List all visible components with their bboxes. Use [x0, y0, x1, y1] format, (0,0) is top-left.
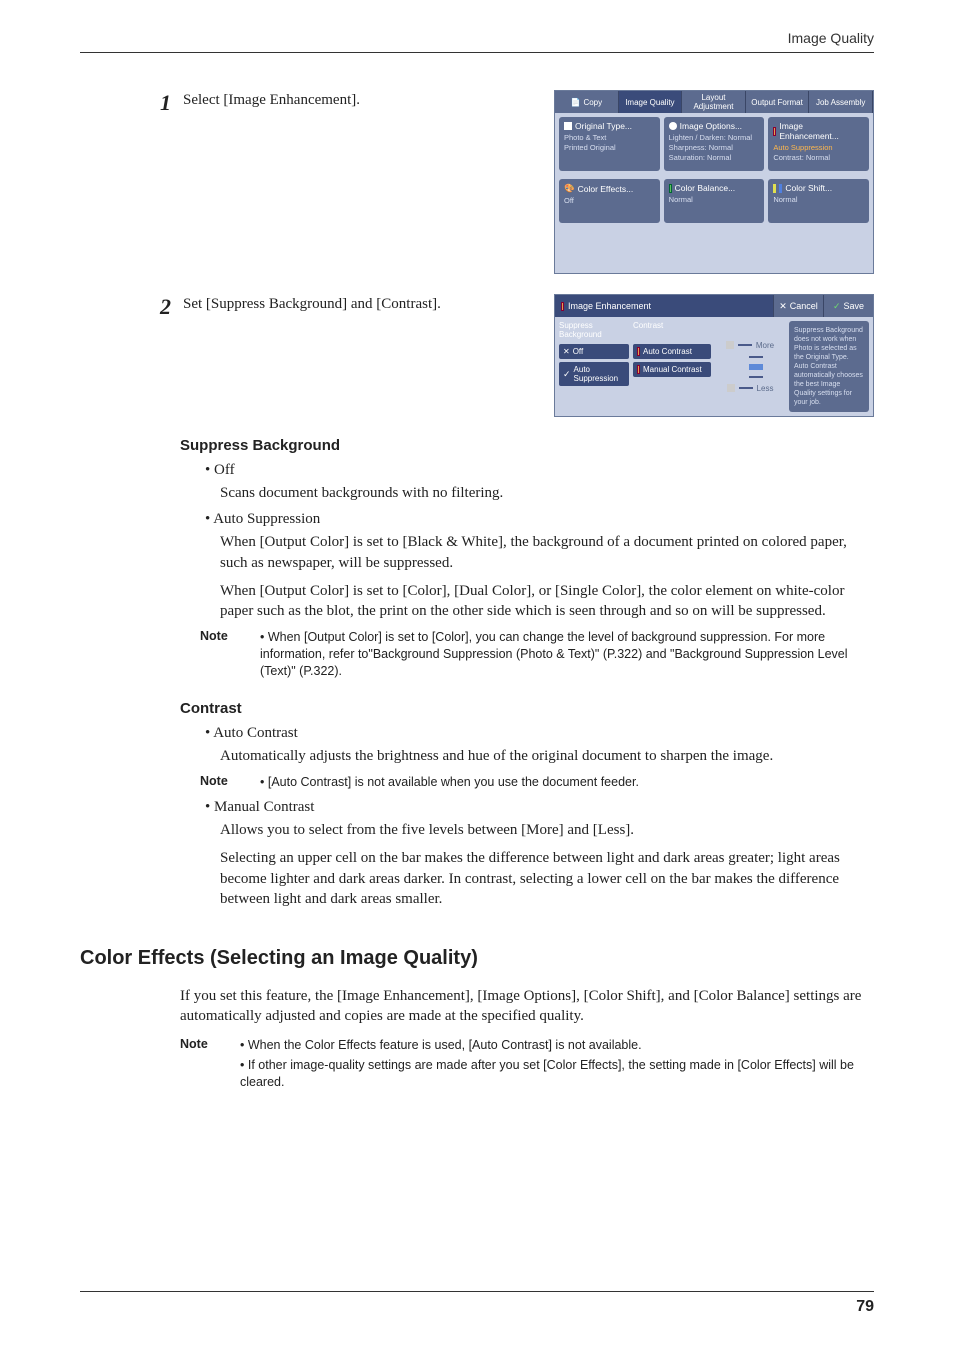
note-label: Note [200, 774, 240, 791]
para-manual-2: Selecting an upper cell on the bar makes… [220, 848, 870, 909]
document-icon [564, 122, 572, 130]
para-manual-1: Allows you to select from the five level… [220, 820, 870, 840]
para-color-effects: If you set this feature, the [Image Enha… [180, 986, 874, 1027]
save-button[interactable]: Save [823, 295, 873, 317]
tab-image-quality[interactable]: Image Quality [619, 91, 683, 113]
slider-thumb-icon [727, 384, 735, 392]
option-auto-contrast[interactable]: Auto Contrast [633, 344, 711, 359]
card-original-type[interactable]: Original Type... Photo & Text Printed Or… [559, 117, 660, 171]
card-color-shift[interactable]: Color Shift... Normal [768, 179, 869, 223]
slider-thumb-icon [726, 341, 734, 349]
card-image-options[interactable]: Image Options... Lighten / Darken: Norma… [664, 117, 765, 171]
contrast-heading: Contrast [633, 321, 711, 339]
page-header-title: Image Quality [788, 30, 874, 46]
card-image-enhancement[interactable]: Image Enhancement... Auto Suppression Co… [768, 117, 869, 171]
tab-output-format[interactable]: Output Format [746, 91, 810, 113]
tab-copy[interactable]: 📄Copy [555, 91, 619, 113]
help-panel: Suppress Background does not work when P… [789, 321, 869, 412]
bar-icon [637, 365, 640, 374]
card-color-effects[interactable]: 🎨Color Effects... Off [559, 179, 660, 223]
para-off: Scans document backgrounds with no filte… [220, 483, 870, 503]
screenshot-image-quality-tab: 📄Copy Image Quality Layout Adjustment Ou… [554, 90, 874, 274]
heading-color-effects: Color Effects (Selecting an Image Qualit… [80, 947, 874, 970]
note-2: [Auto Contrast] is not available when yo… [260, 774, 639, 791]
bullet-manual-contrast: Manual Contrast [205, 799, 874, 816]
screenshot-image-enhancement-dialog: Image Enhancement Cancel Save Suppress B… [554, 294, 874, 417]
option-auto-suppression[interactable]: Auto Suppression [559, 362, 629, 386]
bullet-off: Off [205, 462, 874, 479]
palette-icon: 🎨 [564, 183, 575, 194]
suppress-background-heading: Suppress Background [559, 321, 629, 339]
bullet-auto-contrast: Auto Contrast [205, 725, 874, 742]
heading-suppress-background: Suppress Background [180, 437, 874, 454]
option-off[interactable]: Off [559, 344, 629, 359]
footer-rule [80, 1291, 874, 1292]
dialog-title: Image Enhancement [555, 295, 773, 317]
check-icon [563, 369, 571, 380]
enhancement-icon [773, 127, 776, 136]
option-manual-contrast[interactable]: Manual Contrast [633, 362, 711, 377]
heading-contrast: Contrast [180, 700, 874, 717]
step-1-text: Select [Image Enhancement]. [183, 90, 360, 109]
bullet-auto-suppression: Auto Suppression [205, 511, 874, 528]
tab-layout-adjustment[interactable]: Layout Adjustment [682, 91, 746, 113]
x-icon [563, 347, 570, 356]
note-1: When [Output Color] is set to [Color], y… [260, 629, 874, 680]
cancel-button[interactable]: Cancel [773, 295, 823, 317]
tab-job-assembly[interactable]: Job Assembly [809, 91, 873, 113]
header-rule [80, 52, 874, 53]
para-auto-1: When [Output Color] is set to [Black & W… [220, 532, 870, 573]
step-2-number: 2 [160, 294, 171, 320]
enhancement-icon [561, 302, 564, 311]
page-number: 79 [856, 1298, 874, 1316]
note-label: Note [180, 1037, 220, 1092]
note-label: Note [200, 629, 240, 680]
note-3: When the Color Effects feature is used, … [240, 1037, 860, 1092]
para-auto-2: When [Output Color] is set to [Color], [… [220, 581, 870, 622]
para-auto-contrast: Automatically adjusts the brightness and… [220, 746, 870, 766]
balance-icon [669, 184, 672, 193]
step-2-text: Set [Suppress Background] and [Contrast]… [183, 294, 441, 313]
bar-icon [637, 347, 640, 356]
step-1-number: 1 [160, 90, 171, 116]
sun-icon [669, 122, 677, 130]
shift-icon [773, 184, 776, 193]
card-color-balance[interactable]: Color Balance... Normal [664, 179, 765, 223]
contrast-slider[interactable]: More Less [715, 321, 785, 412]
